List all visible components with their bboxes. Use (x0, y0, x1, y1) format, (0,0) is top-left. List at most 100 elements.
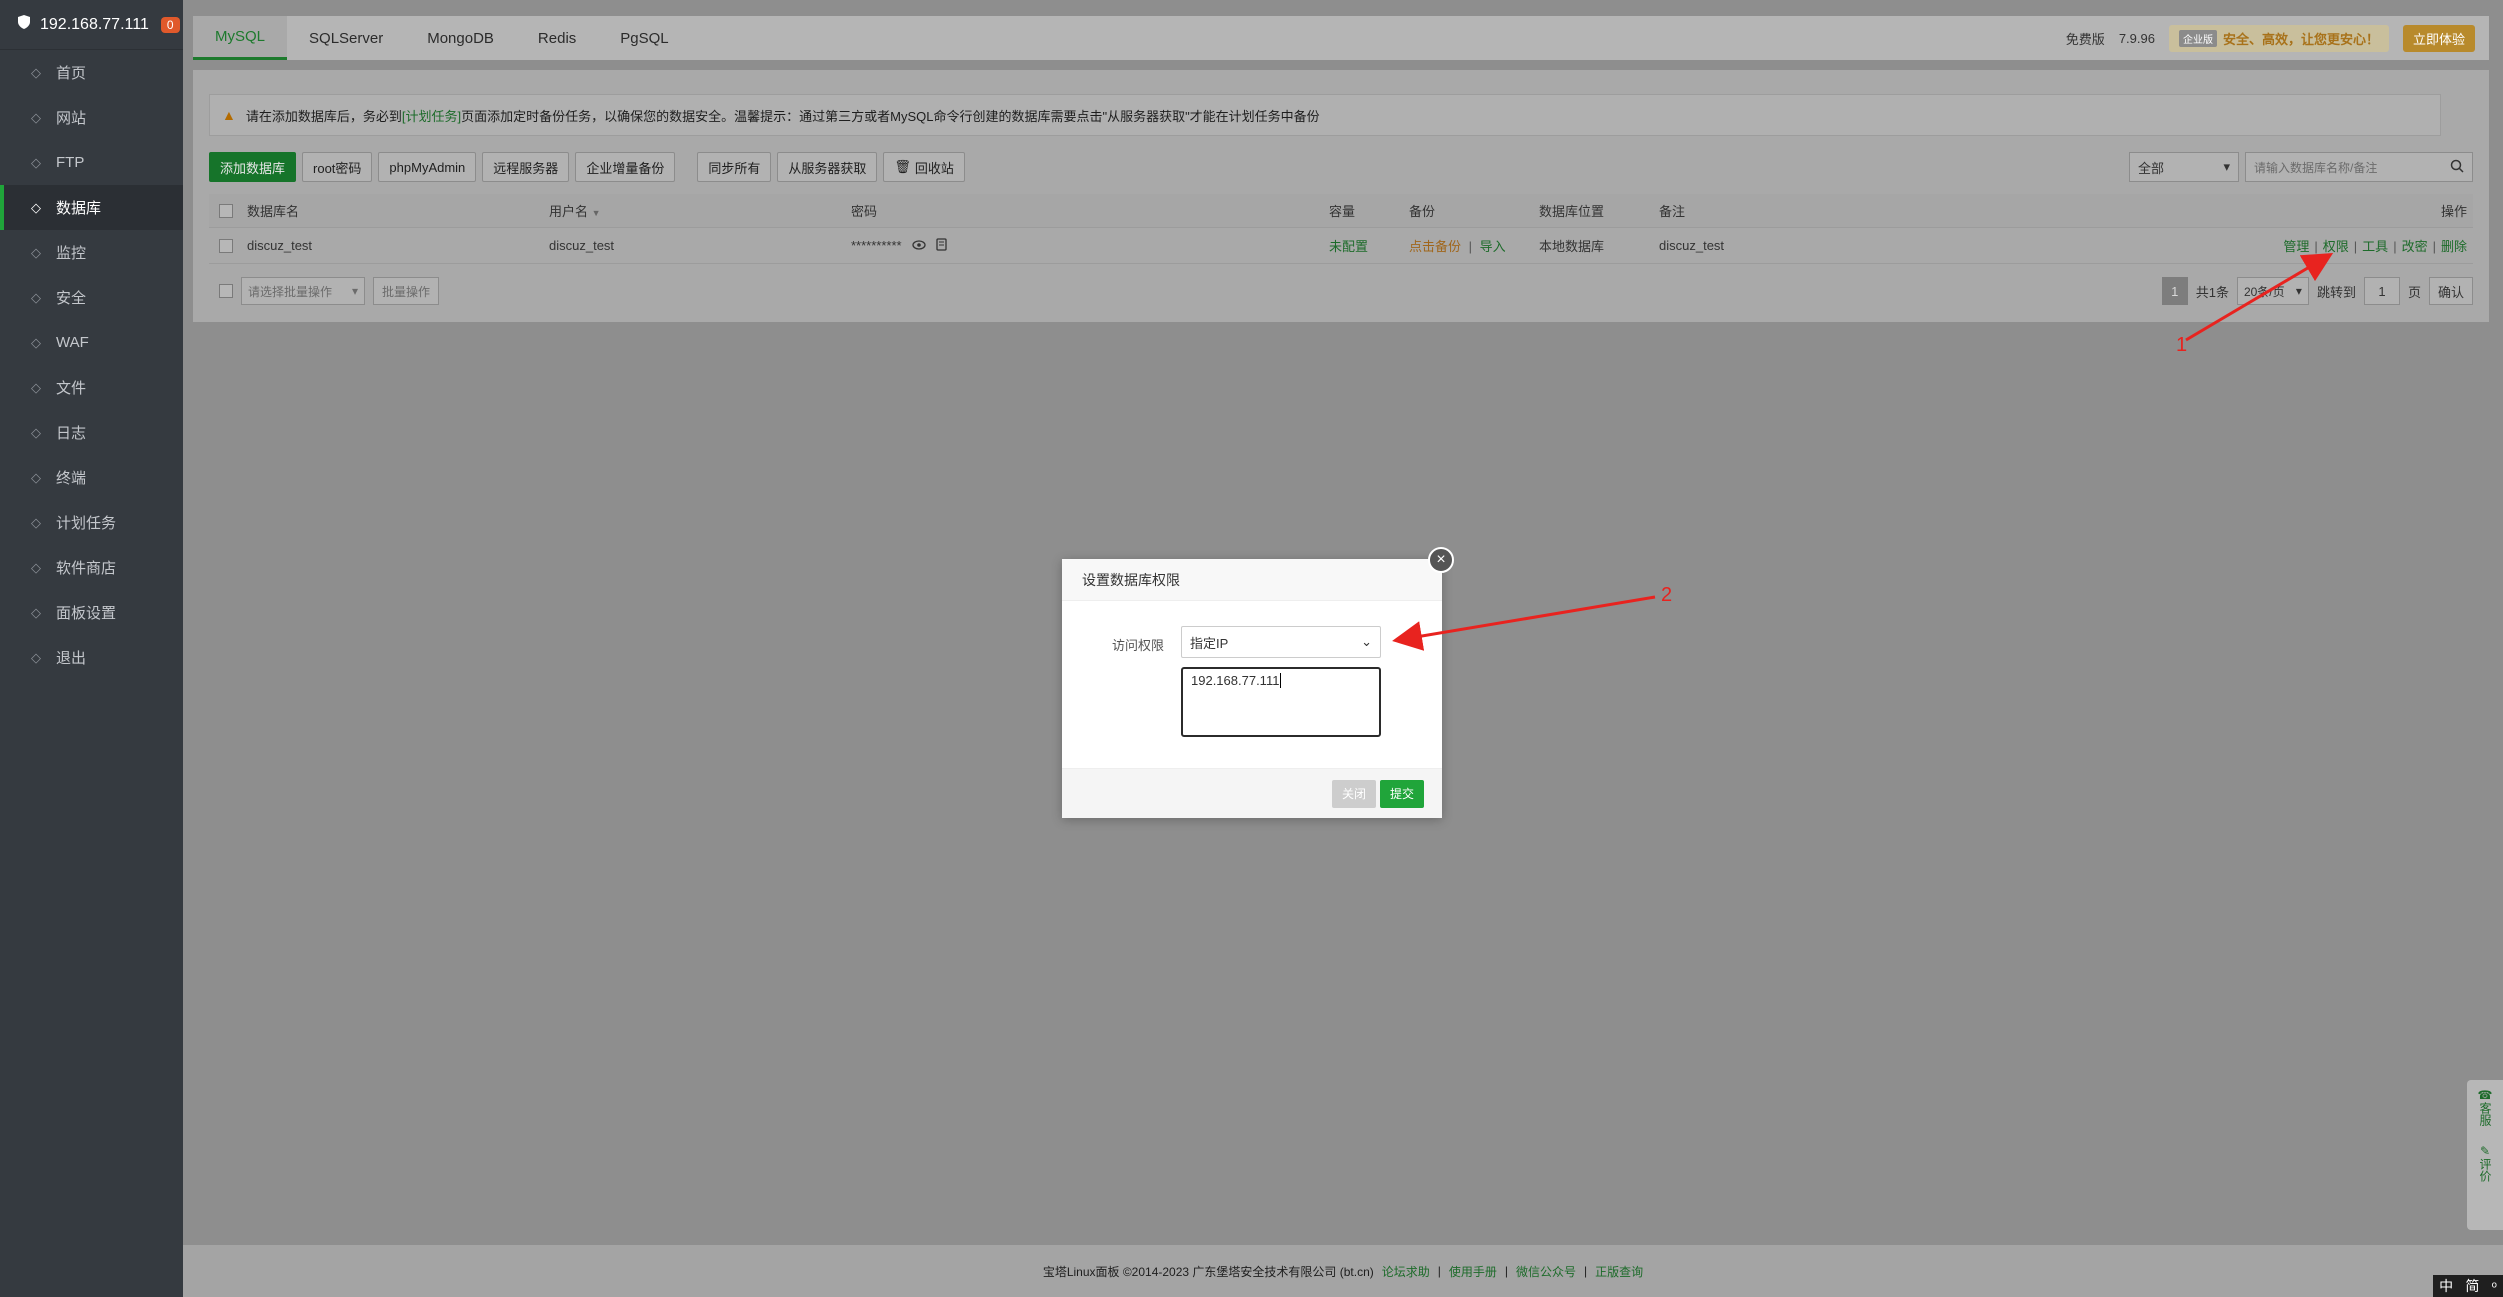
notification-badge[interactable]: 0 (160, 16, 180, 33)
password-mask: ********** (851, 238, 902, 253)
sidebar-item-0[interactable]: ◇ 首页 (0, 50, 183, 95)
ip-textarea-value: 192.168.77.111 (1191, 673, 1280, 688)
globe-icon: ◇ (31, 109, 41, 125)
chevron-down-icon: ▾ (2223, 159, 2230, 174)
headset-icon: ☎ (2477, 1088, 2493, 1102)
sidebar-item-6[interactable]: ◇ WAF (0, 320, 183, 365)
sidebar-item-label: 数据库 (56, 200, 102, 217)
col-size: 容量 (1329, 204, 1356, 219)
tab-mongodb[interactable]: MongoDB (405, 16, 516, 60)
import-link[interactable]: 导入 (1480, 239, 1506, 254)
add-database-button[interactable]: 添加数据库 (209, 152, 297, 182)
apps-icon: ◇ (31, 559, 41, 575)
close-button[interactable]: 关闭 (1331, 779, 1376, 808)
search-input[interactable]: 请输入数据库名称/备注 (2245, 152, 2473, 182)
try-now-button[interactable]: 立即体验 (2402, 24, 2475, 52)
sidebar-item-13[interactable]: ◇ 退出 (0, 635, 183, 680)
row-backup: 点击备份 | 导入 (1409, 239, 1506, 254)
promo-banner[interactable]: 企业版 安全、高效，让您更安心！ (2168, 24, 2389, 52)
row-location: 本地数据库 (1539, 239, 1605, 254)
sidebar-item-8[interactable]: ◇ 日志 (0, 410, 183, 455)
page-unit: 页 (2407, 284, 2421, 300)
filter-value: 全部 (2138, 160, 2165, 176)
tab-sqlserver[interactable]: SQLServer (287, 16, 405, 60)
sidebar-item-11[interactable]: ◇ 软件商店 (0, 545, 183, 590)
tab-pgsql[interactable]: PgSQL (598, 16, 690, 60)
review-button[interactable]: ✎ 评价 (2478, 1144, 2492, 1182)
sidebar-item-10[interactable]: ◇ 计划任务 (0, 500, 183, 545)
ftp-icon: ◇ (31, 154, 41, 170)
sidebar-item-5[interactable]: ◇ 安全 (0, 275, 183, 320)
col-note: 备注 (1659, 204, 1686, 219)
access-select[interactable]: 指定IP ⌄ (1181, 626, 1381, 658)
sidebar-item-label: 安全 (56, 290, 87, 307)
customer-service-button[interactable]: ☎ 客服 (2478, 1088, 2493, 1126)
logout-icon: ◇ (31, 649, 41, 665)
per-page-select[interactable]: 20条/页 ▾ (2236, 277, 2309, 305)
row-note[interactable]: discuz_test (1659, 238, 2273, 253)
jump-confirm-button[interactable]: 确认 (2428, 277, 2473, 305)
row-username: discuz_test (549, 238, 615, 253)
license-link[interactable]: 正版查询 (1595, 1263, 1643, 1280)
enterprise-backup-button[interactable]: 企业增量备份 (575, 152, 676, 182)
sort-icon[interactable]: ▼ (592, 208, 601, 218)
footer-checkbox[interactable] (219, 284, 233, 298)
sidebar-item-9[interactable]: ◇ 终端 (0, 455, 183, 500)
delete-link[interactable]: 删除 (2441, 239, 2467, 254)
sidebar-item-4[interactable]: ◇ 监控 (0, 230, 183, 275)
row-checkbox[interactable] (219, 238, 233, 253)
col-location: 数据库位置 (1539, 204, 1605, 219)
recycle-bin-label: 回收站 (914, 160, 954, 176)
db-toolbar: 添加数据库 root密码 phpMyAdmin 远程服务器 企业增量备份 同步所… (209, 152, 2473, 182)
batch-select[interactable]: 请选择批量操作 ▾ (241, 277, 365, 305)
tab-mysql[interactable]: MySQL (193, 16, 288, 60)
copy-icon[interactable] (935, 237, 947, 254)
get-from-server-button[interactable]: 从服务器获取 (777, 152, 878, 182)
shield-icon: ◇ (31, 289, 41, 305)
db-tabs: MySQL SQLServer MongoDB Redis PgSQL (193, 16, 691, 60)
filter-select[interactable]: 全部 ▾ (2129, 152, 2239, 182)
tab-redis[interactable]: Redis (516, 16, 598, 60)
col-user[interactable]: 用户名 ▼ (549, 201, 851, 220)
tools-link[interactable]: 工具 (2362, 239, 2388, 254)
row-db-name[interactable]: discuz_test (247, 238, 549, 253)
sidebar-item-7[interactable]: ◇ 文件 (0, 365, 183, 410)
sidebar-item-1[interactable]: ◇ 网站 (0, 95, 183, 140)
row-size[interactable]: 未配置 (1329, 236, 1409, 255)
table-header: 数据库名 用户名 ▼ 密码 容量 备份 数据库位置 备注 操作 (209, 194, 2473, 228)
sync-all-button[interactable]: 同步所有 (697, 152, 772, 182)
select-all-checkbox[interactable] (219, 203, 233, 218)
review-label: 评价 (2478, 1158, 2492, 1182)
cron-task-link[interactable]: [计划任务] (402, 106, 461, 125)
jump-page-input[interactable]: 1 (2363, 277, 2400, 305)
ime-indicator[interactable]: 中 简 ᵒ (2433, 1275, 2503, 1297)
close-icon[interactable]: × (1428, 547, 1454, 573)
phpmyadmin-button[interactable]: phpMyAdmin (378, 152, 477, 182)
backup-link[interactable]: 点击备份 (1409, 239, 1461, 254)
warning-banner: ▲ 请在添加数据库后，务必到 [计划任务] 页面添加定时备份任务，以确保您的数据… (209, 94, 2441, 136)
sidebar-item-2[interactable]: ◇ FTP (0, 140, 183, 185)
sidebar-item-12[interactable]: ◇ 面板设置 (0, 590, 183, 635)
sidebar-item-label: 退出 (56, 650, 87, 667)
remote-server-button[interactable]: 远程服务器 (482, 152, 570, 182)
eye-icon[interactable] (911, 238, 926, 253)
page-number[interactable]: 1 (2161, 277, 2188, 305)
sidebar-item-3[interactable]: ◇ 数据库 (0, 185, 183, 230)
per-page-value: 20条/页 (2243, 284, 2285, 299)
forum-link[interactable]: 论坛求助 (1382, 1263, 1430, 1280)
recycle-bin-button[interactable]: 🗑 回收站 (883, 152, 965, 182)
sidebar-item-label: FTP (56, 154, 85, 171)
wechat-link[interactable]: 微信公众号 (1516, 1263, 1576, 1280)
manual-link[interactable]: 使用手册 (1449, 1263, 1497, 1280)
manage-link[interactable]: 管理 (2283, 239, 2309, 254)
search-icon[interactable] (2450, 159, 2464, 176)
permission-link[interactable]: 权限 (2323, 239, 2349, 254)
batch-button[interactable]: 批量操作 (373, 277, 440, 305)
root-password-button[interactable]: root密码 (302, 152, 373, 182)
server-header: 192.168.77.111 0 (0, 0, 183, 50)
jump-label: 跳转到 (2316, 284, 2356, 300)
edition-label: 免费版 (2065, 31, 2105, 47)
change-password-link[interactable]: 改密 (2402, 239, 2428, 254)
submit-button[interactable]: 提交 (1379, 779, 1424, 808)
ip-textarea[interactable]: 192.168.77.111 (1181, 667, 1381, 737)
